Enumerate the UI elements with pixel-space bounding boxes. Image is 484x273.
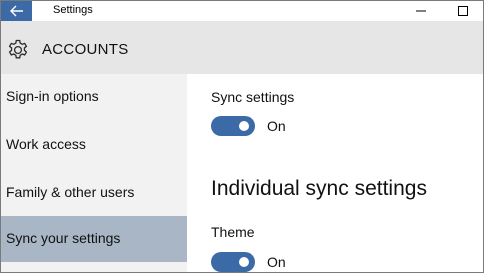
sidebar-item-sign-in-options[interactable]: Sign-in options: [1, 74, 187, 120]
sync-settings-toggle[interactable]: [211, 116, 255, 136]
app-title: Settings: [53, 4, 93, 16]
back-button[interactable]: [1, 1, 32, 21]
sidebar: Sign-in options Work access Family & oth…: [1, 74, 187, 272]
maximize-icon: [458, 6, 468, 16]
theme-label: Theme: [211, 224, 255, 240]
page-header: ACCOUNTS: [1, 21, 483, 74]
sync-settings-label: Sync settings: [211, 89, 295, 105]
theme-toggle[interactable]: [211, 252, 255, 272]
page-title: ACCOUNTS: [42, 41, 129, 58]
sidebar-item-sync-your-settings[interactable]: Sync your settings: [1, 216, 187, 262]
theme-state: On: [267, 254, 286, 270]
back-arrow-icon: [9, 5, 23, 17]
section-title: Individual sync settings: [211, 177, 427, 200]
sidebar-item-family-other-users[interactable]: Family & other users: [1, 170, 187, 216]
sidebar-item-label: Work access: [6, 136, 86, 152]
sidebar-item-label: Sign-in options: [6, 88, 99, 104]
main-content: Sync settings On Individual sync setting…: [187, 74, 483, 272]
sync-settings-state: On: [267, 118, 286, 134]
maximize-button[interactable]: [443, 1, 483, 21]
settings-window: Settings ACCOUNTS Sign-in options Work a…: [0, 0, 484, 273]
sidebar-item-label: Sync your settings: [6, 230, 121, 246]
toggle-knob: [239, 257, 249, 267]
sidebar-item-work-access[interactable]: Work access: [1, 122, 187, 168]
minimize-icon: [416, 10, 426, 12]
gear-icon: [8, 39, 28, 59]
toggle-knob: [239, 121, 249, 131]
minimize-button[interactable]: [401, 1, 441, 21]
sidebar-item-label: Family & other users: [6, 184, 135, 200]
title-bar: Settings: [1, 1, 483, 21]
